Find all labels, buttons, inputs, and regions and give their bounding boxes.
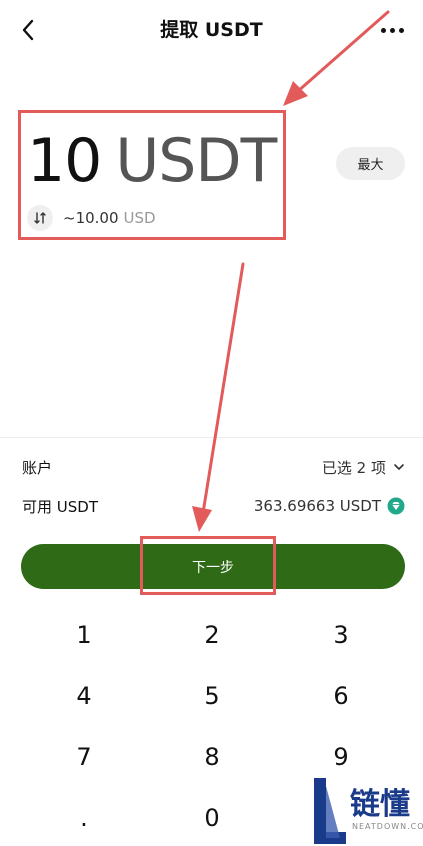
more-horizontal-icon <box>380 27 386 33</box>
amount-value: 10 <box>27 126 102 196</box>
key-1[interactable]: 1 <box>24 605 144 665</box>
key-5[interactable]: 5 <box>152 666 272 726</box>
key-2[interactable]: 2 <box>152 605 272 665</box>
chevron-down-icon <box>394 464 404 470</box>
key-0[interactable]: 0 <box>152 788 272 846</box>
watermark-subtext: NEATDOWN.COM <box>352 822 423 831</box>
available-label: 可用 USDT <box>22 497 98 516</box>
amount-currency: USDT <box>115 126 277 196</box>
amount-highlight-box: 10 USDT ~10.00 USD <box>18 110 286 240</box>
available-value: 363.69663 USDT <box>253 497 381 515</box>
watermark-logo-icon <box>314 778 346 844</box>
next-step-button[interactable]: 下一步 <box>21 544 405 589</box>
header: 提取 USDT <box>0 0 423 60</box>
usd-equivalent: ~10.00 USD <box>27 205 156 231</box>
page-title: 提取 USDT <box>160 19 263 41</box>
more-button[interactable] <box>377 16 407 44</box>
max-button[interactable]: 最大 <box>336 147 405 180</box>
account-selector[interactable]: 已选 2 项 <box>322 457 405 478</box>
usd-unit: USD <box>123 209 156 227</box>
watermark-text: 链懂 <box>350 787 410 822</box>
account-value: 已选 2 项 <box>321 458 386 477</box>
key-decimal[interactable]: . <box>24 788 144 846</box>
usd-value: ~10.00 <box>63 209 119 227</box>
key-7[interactable]: 7 <box>24 727 144 787</box>
swap-icon[interactable] <box>27 205 53 231</box>
key-3[interactable]: 3 <box>281 605 401 665</box>
account-row[interactable]: 账户 已选 2 项 <box>22 454 405 480</box>
key-6[interactable]: 6 <box>281 666 401 726</box>
key-8[interactable]: 8 <box>152 727 272 787</box>
gem-icon <box>387 497 405 515</box>
available-row: 可用 USDT 363.69663 USDT <box>22 493 405 519</box>
key-4[interactable]: 4 <box>24 666 144 726</box>
divider <box>0 437 423 438</box>
account-label: 账户 <box>22 458 53 477</box>
available-balance: 363.69663 USDT <box>254 497 405 515</box>
amount-display[interactable]: 10 USDT <box>27 126 277 196</box>
watermark: 链懂 NEATDOWN.COM <box>312 776 423 846</box>
